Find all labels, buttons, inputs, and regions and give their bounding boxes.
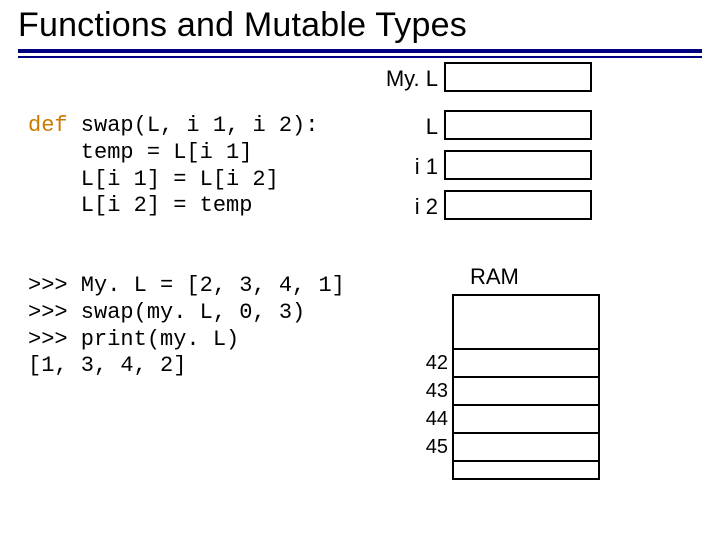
repl-block: >>> My. L = [2, 3, 4, 1] >>> swap(my. L,… xyxy=(28,273,345,380)
box-L xyxy=(444,110,592,140)
ram-divider xyxy=(454,432,598,434)
label-i1: i 1 xyxy=(400,154,438,180)
repl-line-3: >>> print(my. L) xyxy=(28,327,239,352)
ram-divider xyxy=(454,460,598,462)
label-myl: My. L xyxy=(380,66,438,92)
keyword-def: def xyxy=(28,113,68,138)
label-ram: RAM xyxy=(470,264,519,290)
title-underline xyxy=(18,49,702,58)
code-block: def swap(L, i 1, i 2): temp = L[i 1] L[i… xyxy=(28,113,318,220)
title-area: Functions and Mutable Types xyxy=(0,0,720,58)
ram-index-43: 43 xyxy=(418,380,448,403)
label-L: L xyxy=(400,114,438,140)
ram-box xyxy=(452,294,600,480)
ram-divider xyxy=(454,404,598,406)
rule-thick xyxy=(18,49,702,53)
box-myl xyxy=(444,62,592,92)
code-signature: swap(L, i 1, i 2): xyxy=(68,113,319,138)
ram-divider xyxy=(454,348,598,350)
slide: Functions and Mutable Types def swap(L, … xyxy=(0,0,720,540)
box-i2 xyxy=(444,190,592,220)
code-line-2: temp = L[i 1] xyxy=(28,140,252,165)
ram-divider xyxy=(454,376,598,378)
box-i1 xyxy=(444,150,592,180)
repl-line-2: >>> swap(my. L, 0, 3) xyxy=(28,300,305,325)
slide-title: Functions and Mutable Types xyxy=(18,6,702,45)
label-i2: i 2 xyxy=(400,194,438,220)
ram-index-45: 45 xyxy=(418,436,448,459)
ram-index-42: 42 xyxy=(418,352,448,375)
repl-line-1: >>> My. L = [2, 3, 4, 1] xyxy=(28,273,345,298)
slide-body: def swap(L, i 1, i 2): temp = L[i 1] L[i… xyxy=(0,58,720,528)
code-line-4: L[i 2] = temp xyxy=(28,193,252,218)
repl-line-4: [1, 3, 4, 2] xyxy=(28,353,186,378)
ram-index-44: 44 xyxy=(418,408,448,431)
code-line-3: L[i 1] = L[i 2] xyxy=(28,167,279,192)
